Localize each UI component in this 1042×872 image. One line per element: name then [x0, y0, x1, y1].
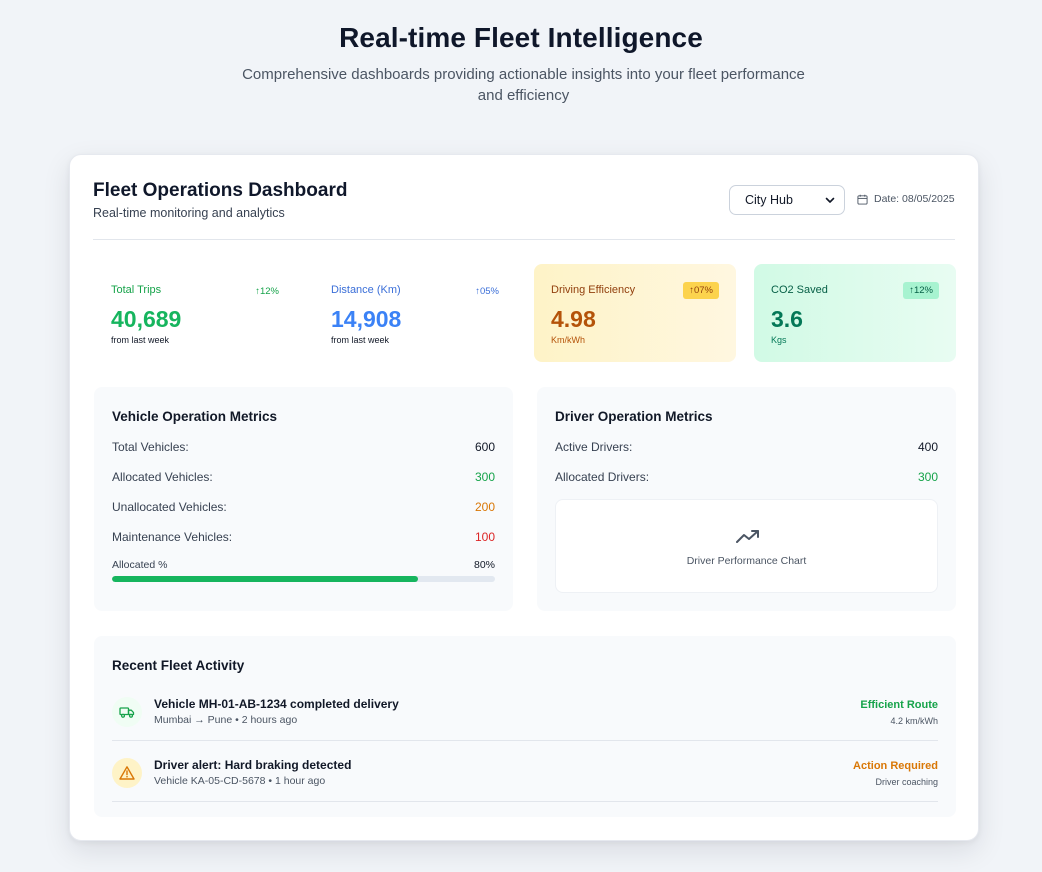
vehicle-metrics-panel: Vehicle Operation Metrics Total Vehicles…	[94, 387, 513, 611]
stat-value: 4.98	[551, 306, 596, 332]
chart-caption: Driver Performance Chart	[686, 555, 807, 567]
allocated-progress-bar	[112, 576, 495, 582]
date-label: Date: 08/05/2025	[874, 193, 955, 205]
metric-value: 400	[917, 440, 938, 454]
truck-icon	[112, 697, 142, 727]
recent-activity-panel: Recent Fleet Activity Vehicle MH-01-AB-1…	[94, 636, 956, 817]
allocated-pct-label: Allocated %	[112, 559, 168, 571]
stat-value: 3.6	[771, 306, 803, 332]
hero-title: Real-time Fleet Intelligence	[339, 22, 703, 53]
metric-value: 300	[917, 470, 938, 484]
hub-select-value: City Hub	[745, 193, 793, 207]
activity-status: Action Required	[853, 760, 938, 772]
dashboard-title: Fleet Operations Dashboard	[93, 180, 348, 201]
date-display: Date: 08/05/2025	[857, 193, 955, 205]
metric-value: 200	[474, 500, 495, 514]
stat-card-co2-saved: CO2 Saved ↑12% 3.6 Kgs	[754, 264, 956, 362]
panel-title: Recent Fleet Activity	[112, 658, 245, 673]
warning-icon	[112, 758, 142, 788]
metric-value: 300	[474, 470, 495, 484]
stat-change: ↑05%	[475, 286, 499, 297]
metric-label: Active Drivers:	[555, 440, 633, 454]
allocated-pct-value: 80%	[473, 559, 495, 571]
stat-value: 40,689	[111, 306, 182, 332]
trending-up-icon	[736, 530, 759, 543]
stat-footnote: Kgs	[771, 335, 787, 345]
activity-meta: Vehicle KA-05-CD-5678 • 1 hour ago	[154, 775, 326, 787]
metric-row-active-drivers: Active Drivers: 400	[555, 440, 938, 458]
stat-label: Total Trips	[111, 284, 162, 296]
activity-item[interactable]: Driver alert: Hard braking detected Vehi…	[112, 750, 938, 802]
metric-value: 600	[474, 440, 495, 454]
stat-change: ↑12%	[255, 286, 279, 297]
stat-label: Distance (Km)	[331, 284, 401, 296]
dashboard-subtitle: Real-time monitoring and analytics	[93, 206, 285, 220]
stat-card-total-trips: Total Trips ↑12% 40,689 from last week	[94, 264, 296, 362]
activity-item[interactable]: Vehicle MH-01-AB-1234 completed delivery…	[112, 689, 938, 741]
activity-status: Efficient Route	[860, 699, 938, 711]
metric-row-maintenance-vehicles: Maintenance Vehicles: 100	[112, 530, 495, 548]
metric-row-unallocated-vehicles: Unallocated Vehicles: 200	[112, 500, 495, 518]
stat-footnote: from last week	[331, 335, 390, 345]
header-divider	[93, 239, 955, 240]
stat-value: 14,908	[331, 306, 402, 332]
driver-performance-chart[interactable]: Driver Performance Chart	[555, 499, 938, 593]
calendar-icon	[857, 194, 868, 205]
metric-value: 100	[474, 530, 495, 544]
driver-metrics-panel: Driver Operation Metrics Active Drivers:…	[537, 387, 956, 611]
stat-card-driving-efficiency: Driving Efficiency ↑07% 4.98 Km/kWh	[534, 264, 736, 362]
metric-row-total-vehicles: Total Vehicles: 600	[112, 440, 495, 458]
hero-subtitle: Comprehensive dashboards providing actio…	[242, 66, 805, 104]
panel-title: Vehicle Operation Metrics	[112, 409, 278, 424]
hub-select[interactable]: City Hub	[729, 185, 845, 215]
metric-label: Allocated Drivers:	[555, 470, 650, 484]
stat-label: Driving Efficiency	[551, 284, 636, 296]
activity-detail: Driver coaching	[875, 777, 938, 787]
activity-title: Driver alert: Hard braking detected	[154, 758, 352, 772]
metric-row-allocated-drivers: Allocated Drivers: 300	[555, 470, 938, 488]
activity-meta: Mumbai → Pune • 2 hours ago	[154, 714, 298, 726]
metric-label: Unallocated Vehicles:	[112, 500, 227, 514]
stat-label: CO2 Saved	[771, 284, 828, 296]
metric-label: Allocated Vehicles:	[112, 470, 213, 484]
allocated-progress-fill	[112, 576, 419, 582]
stat-footnote: from last week	[111, 335, 170, 345]
dashboard-card: Fleet Operations Dashboard Real-time mon…	[69, 154, 979, 841]
metric-row-allocated-vehicles: Allocated Vehicles: 300	[112, 470, 495, 488]
stat-card-distance: Distance (Km) ↑05% 14,908 from last week	[314, 264, 516, 362]
panel-title: Driver Operation Metrics	[555, 409, 713, 424]
stat-change-badge: ↑07%	[683, 282, 719, 299]
stat-change-badge: ↑12%	[903, 282, 939, 299]
stat-footnote: Km/kWh	[551, 335, 586, 345]
metric-label: Maintenance Vehicles:	[112, 530, 233, 544]
allocated-pct-row: Allocated % 80%	[112, 559, 495, 571]
activity-detail: 4.2 km/kWh	[890, 716, 938, 726]
metric-label: Total Vehicles:	[112, 440, 189, 454]
activity-title: Vehicle MH-01-AB-1234 completed delivery	[154, 697, 399, 711]
chevron-down-icon	[825, 197, 835, 203]
